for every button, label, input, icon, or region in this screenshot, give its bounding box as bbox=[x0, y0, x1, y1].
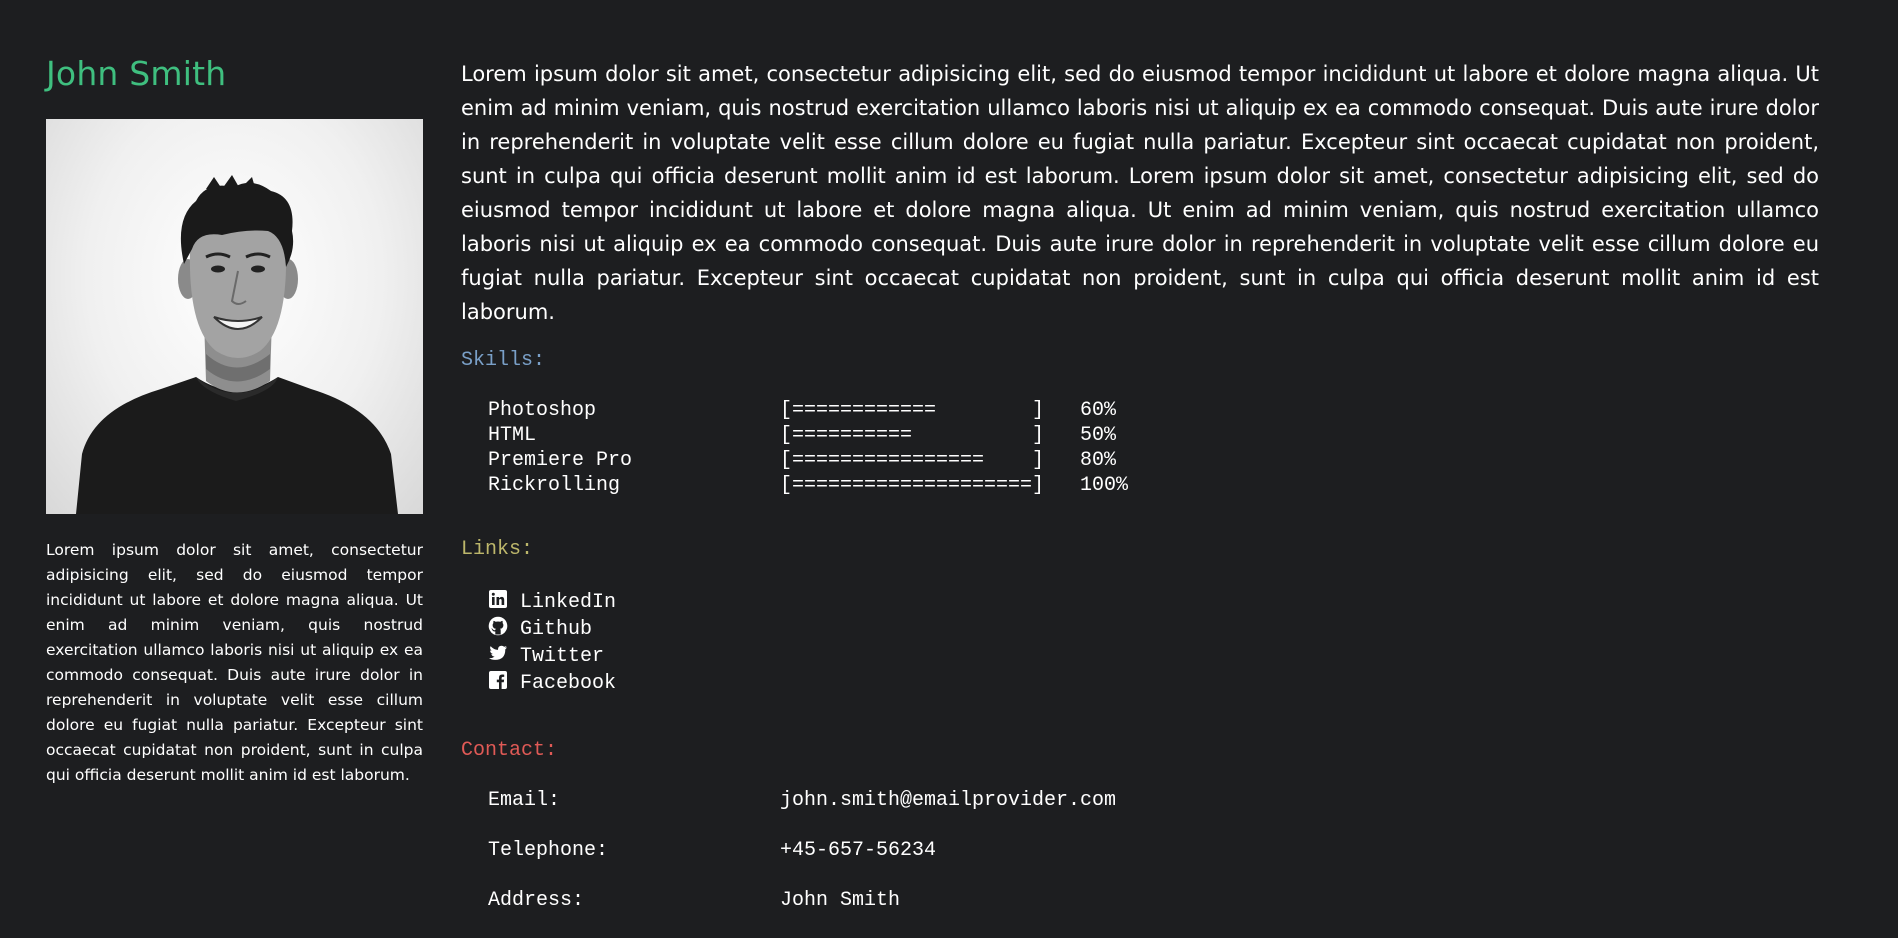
link-label[interactable]: Facebook bbox=[520, 672, 616, 695]
link-twitter[interactable]: Twitter bbox=[488, 643, 1819, 670]
github-icon bbox=[488, 616, 520, 643]
skill-name: Photoshop bbox=[488, 399, 597, 422]
skill-bar: [============ ] bbox=[780, 399, 1045, 422]
link-facebook[interactable]: Facebook bbox=[488, 670, 1819, 697]
skill-percent: 50% bbox=[1080, 424, 1117, 447]
skill-percent: 80% bbox=[1080, 449, 1117, 472]
skill-row: Premiere Pro [================ ] 80% bbox=[488, 448, 1819, 473]
link-label[interactable]: Twitter bbox=[520, 645, 604, 668]
skill-row: Rickrolling [====================] 100% bbox=[488, 473, 1819, 498]
contact-title: Contact: bbox=[461, 739, 558, 762]
skill-bar: [================ ] bbox=[780, 449, 1045, 472]
skill-name: Premiere Pro bbox=[488, 449, 633, 472]
skill-bar: [====================] bbox=[780, 474, 1045, 497]
address-value: John Smith bbox=[780, 889, 901, 912]
skill-percent: 100% bbox=[1080, 474, 1129, 497]
skill-name: HTML bbox=[488, 424, 537, 447]
contact-list: Email: john.smith@emailprovider.com Tele… bbox=[461, 788, 1819, 938]
profile-name: John Smith bbox=[46, 54, 227, 93]
contact-label: Email: bbox=[488, 789, 561, 812]
profile-sidebar: John Smith Lorem ipsum dolor sit amet, c… bbox=[46, 50, 423, 804]
profile-photo bbox=[46, 119, 423, 514]
links-list: LinkedIn Github Twitter Facebook bbox=[461, 589, 1819, 697]
email-value[interactable]: john.smith@emailprovider.com bbox=[780, 788, 1116, 838]
linkedin-icon bbox=[488, 589, 520, 616]
link-github[interactable]: Github bbox=[488, 616, 1819, 643]
skill-name: Rickrolling bbox=[488, 474, 621, 497]
contact-label: Telephone: bbox=[488, 839, 609, 862]
link-label[interactable]: Github bbox=[520, 618, 592, 641]
contact-row-telephone: Telephone: +45-657-56234 bbox=[488, 838, 1819, 888]
links-title: Links: bbox=[461, 538, 534, 561]
main-content: Lorem ipsum dolor sit amet, consectetur … bbox=[461, 57, 1819, 938]
link-label[interactable]: LinkedIn bbox=[520, 591, 616, 614]
facebook-icon bbox=[488, 670, 520, 697]
intro-paragraph: Lorem ipsum dolor sit amet, consectetur … bbox=[461, 62, 1819, 324]
skill-row: Photoshop [============ ] 60% bbox=[488, 398, 1819, 423]
profile-bio: Lorem ipsum dolor sit amet, consectetur … bbox=[46, 541, 423, 784]
telephone-value[interactable]: +45-657-56234 bbox=[780, 838, 936, 888]
skill-percent: 60% bbox=[1080, 399, 1117, 422]
skill-row: HTML [========== ] 50% bbox=[488, 423, 1819, 448]
contact-row-address: Address: John Smith bbox=[488, 888, 1819, 938]
skills-list: Photoshop [============ ] 60% HTML [====… bbox=[461, 398, 1819, 498]
twitter-icon bbox=[488, 643, 520, 670]
contact-row-email: Email: john.smith@emailprovider.com bbox=[488, 788, 1819, 838]
skills-title: Skills: bbox=[461, 349, 546, 372]
skill-bar: [========== ] bbox=[780, 424, 1045, 447]
contact-label: Address: bbox=[488, 889, 585, 912]
link-linkedin[interactable]: LinkedIn bbox=[488, 589, 1819, 616]
